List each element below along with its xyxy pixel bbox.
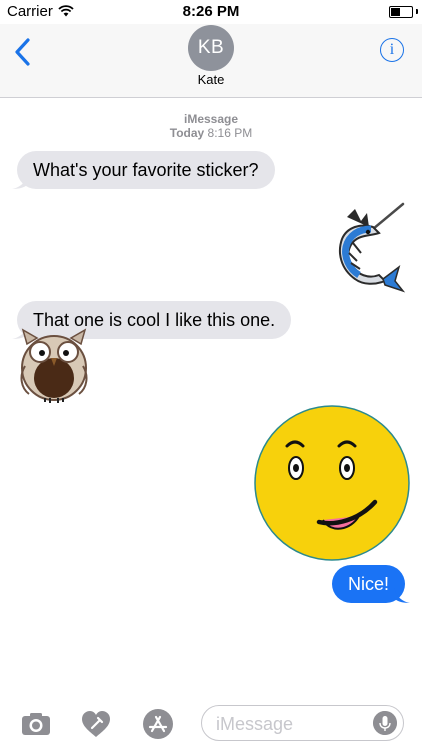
marlin-sticker[interactable] <box>333 201 407 293</box>
message-text: Nice! <box>347 574 389 594</box>
message-timestamp: Today 8:16 PM <box>0 126 422 140</box>
timestamp-day: Today <box>169 126 205 140</box>
app-store-icon[interactable] <box>142 708 174 740</box>
incoming-message-bubble[interactable]: What's your favorite sticker? <box>12 151 275 189</box>
owl-sticker[interactable] <box>17 326 91 404</box>
status-time: 8:26 PM <box>182 3 240 20</box>
digital-touch-icon[interactable] <box>80 708 112 740</box>
outgoing-message-bubble[interactable]: Nice! <box>331 565 410 603</box>
service-label: iMessage <box>183 112 239 126</box>
conversation-header: KB Kate i <box>0 24 422 98</box>
message-text: What's your favorite sticker? <box>33 160 259 180</box>
status-bar: Carrier 8:26 PM <box>0 0 422 24</box>
battery-cap <box>416 9 418 14</box>
smiley-tongue-sticker[interactable] <box>253 404 411 562</box>
contact-avatar[interactable]: KB <box>188 25 234 71</box>
back-chevron-icon[interactable] <box>12 37 34 67</box>
info-button[interactable]: i <box>380 38 404 62</box>
timestamp-time: 8:16 PM <box>207 126 253 140</box>
message-input-placeholder: iMessage <box>216 714 294 734</box>
message-input-field[interactable]: iMessage <box>201 705 404 741</box>
contact-name[interactable]: Kate <box>0 72 422 87</box>
camera-icon[interactable] <box>20 708 52 740</box>
battery-icon <box>389 6 413 18</box>
input-bar: iMessage <box>0 698 422 750</box>
microphone-icon[interactable] <box>373 711 397 735</box>
